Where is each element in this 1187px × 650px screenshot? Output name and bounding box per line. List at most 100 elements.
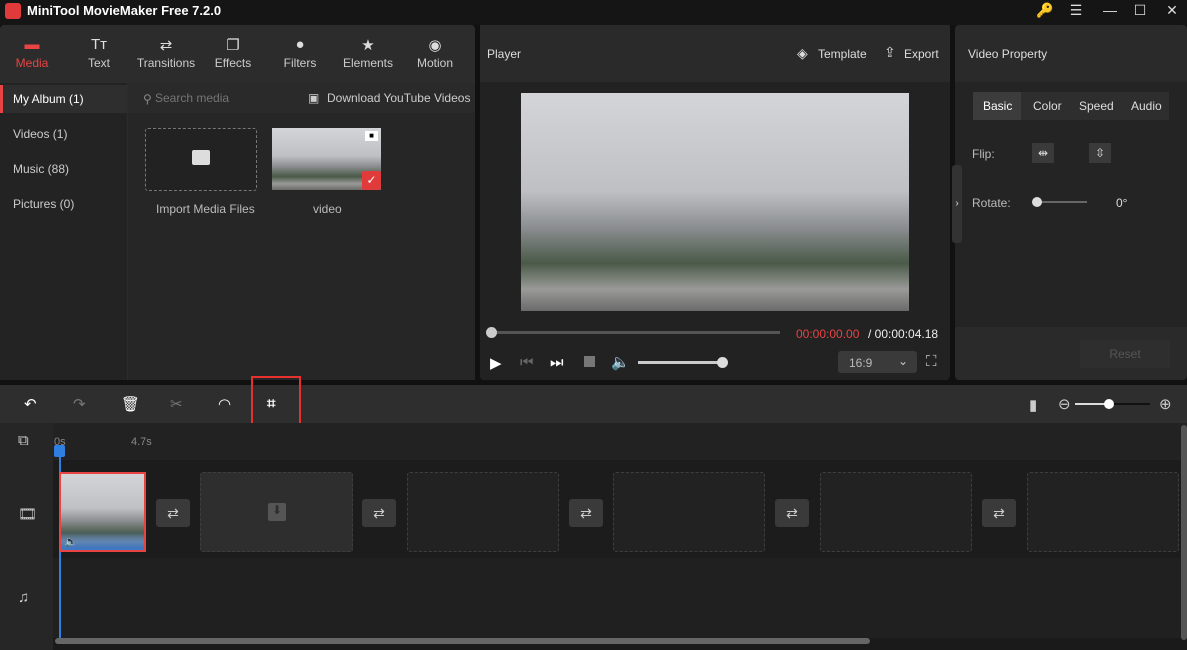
toolbar-label: Text [87, 56, 110, 70]
template-icon: ◈ [797, 45, 808, 61]
transition-button[interactable]: ⇄ [362, 499, 396, 527]
speed-button[interactable]: ◠ [218, 395, 231, 413]
seek-bar[interactable] [491, 331, 780, 334]
fullscreen-button[interactable]: ⛶ [926, 353, 937, 370]
player-header [480, 25, 950, 82]
toolbar-filters[interactable]: ● Filters [270, 36, 330, 70]
flip-vertical-button[interactable]: ⇳ [1089, 143, 1111, 163]
vertical-scrollbar[interactable] [1181, 425, 1187, 640]
volume-icon[interactable]: 🔈 [611, 353, 630, 371]
timeline-ruler [53, 423, 1187, 460]
video-preview [521, 93, 909, 311]
tab-basic[interactable]: Basic [983, 99, 1012, 113]
toolbar-effects[interactable]: ❐ Effects [203, 36, 263, 70]
zoom-in-button[interactable]: ⊕ [1159, 395, 1172, 413]
total-time: / 00:00:04.18 [868, 327, 939, 341]
sidebar-item-music[interactable]: Music (88) [13, 162, 69, 176]
ruler-label-1: 4.7s [131, 436, 152, 448]
toolbar-transitions[interactable]: ⇄ Transitions [136, 36, 196, 70]
collapse-panel-button[interactable]: › [952, 165, 962, 243]
effects-icon: ❐ [226, 37, 240, 54]
transition-button[interactable]: ⇄ [775, 499, 809, 527]
youtube-download-icon: ▣ [308, 91, 320, 105]
rotate-slider[interactable] [1037, 201, 1087, 203]
tab-speed[interactable]: Speed [1079, 99, 1114, 113]
transitions-icon: ⇄ [159, 37, 173, 54]
app-logo [5, 3, 21, 19]
toolbar-motion[interactable]: ◉ Motion [405, 36, 465, 70]
volume-slider[interactable] [638, 361, 722, 364]
video-label: video [313, 202, 342, 216]
flip-horizontal-button[interactable]: ⇹ [1032, 143, 1054, 163]
empty-slot[interactable] [407, 472, 559, 552]
motion-icon: ◉ [428, 37, 442, 54]
crop-highlight [251, 376, 301, 427]
toolbar-elements[interactable]: ★ Elements [338, 36, 398, 70]
transition-button[interactable]: ⇄ [156, 499, 190, 527]
download-youtube-link[interactable]: Download YouTube Videos [327, 91, 470, 105]
transition-button[interactable]: ⇄ [569, 499, 603, 527]
play-button[interactable]: ▶ [490, 354, 502, 372]
redo-button[interactable]: ↷ [73, 395, 86, 413]
track-headers [0, 423, 53, 650]
rotate-label: Rotate: [972, 196, 1011, 210]
menu-button[interactable]: ☰ [1066, 2, 1086, 19]
toolbar-text[interactable]: Tт Text [69, 36, 129, 70]
template-button[interactable]: Template [818, 47, 867, 61]
toolbar-label: Elements [342, 56, 394, 70]
delete-button[interactable]: 🗑 [121, 395, 140, 413]
crop-button[interactable]: ⌗ [267, 395, 275, 412]
empty-slot[interactable] [613, 472, 765, 552]
previous-frame-button[interactable]: ⏮ [520, 354, 534, 371]
media-icon: ▬ [24, 36, 40, 53]
next-frame-button[interactable]: ⏭ [550, 354, 564, 371]
undo-button[interactable]: ↶ [24, 395, 37, 413]
current-time: 00:00:00.00 [796, 327, 860, 341]
search-input[interactable] [155, 91, 285, 105]
folder-icon [192, 150, 210, 165]
tab-color[interactable]: Color [1033, 99, 1062, 113]
volume-handle[interactable] [717, 357, 728, 368]
toolbar-media[interactable]: ▬ Media [2, 36, 62, 70]
split-button[interactable]: ✂ [170, 395, 183, 413]
import-media-label: Import Media Files [156, 202, 255, 216]
sidebar-item-pictures[interactable]: Pictures (0) [13, 197, 74, 211]
stop-button[interactable] [584, 356, 595, 367]
minimize-button[interactable]: — [1100, 2, 1120, 18]
video-camera-icon: ■ [365, 131, 378, 141]
toolbar-label: Filters [283, 56, 317, 70]
player-title: Player [487, 47, 522, 61]
video-track-icon: 🎞 [18, 506, 38, 523]
property-title: Video Property [968, 47, 1048, 61]
key-icon[interactable]: 🔑 [1035, 2, 1055, 19]
zoom-out-button[interactable]: ⊖ [1058, 395, 1071, 413]
transition-button[interactable]: ⇄ [982, 499, 1016, 527]
tab-audio[interactable]: Audio [1131, 99, 1162, 113]
timeline-zoom-handle[interactable] [1104, 399, 1114, 409]
empty-slot[interactable] [1027, 472, 1179, 552]
close-button[interactable]: ✕ [1162, 2, 1182, 19]
reset-button[interactable]: Reset [1080, 340, 1170, 368]
fit-timeline-button[interactable]: ▮ [1029, 396, 1037, 414]
seek-handle[interactable] [486, 327, 497, 338]
elements-icon: ★ [361, 37, 375, 54]
aspect-ratio-value: 16:9 [849, 356, 873, 370]
search-icon: ⚲ [143, 92, 152, 106]
drop-icon: ⬇ [268, 503, 286, 521]
rotate-value: 0° [1116, 196, 1128, 210]
export-button[interactable]: Export [904, 47, 939, 61]
toolbar-label: Motion [416, 56, 454, 70]
toolbar-label: Effects [214, 56, 252, 70]
music-track-icon: ♫ [18, 589, 30, 606]
maximize-button[interactable]: ☐ [1130, 2, 1150, 19]
playhead-handle[interactable] [54, 445, 65, 457]
check-icon: ✓ [362, 171, 381, 190]
add-track-icon[interactable]: ⧉ [18, 432, 29, 449]
scrollbar-thumb[interactable] [55, 638, 870, 644]
empty-slot[interactable] [820, 472, 972, 552]
sidebar-item-videos[interactable]: Videos (1) [13, 127, 67, 141]
rotate-handle[interactable] [1032, 197, 1042, 207]
text-icon: Tт [90, 36, 108, 53]
sidebar-item-my-album[interactable]: My Album (1) [13, 92, 84, 106]
toolbar-label: Media [15, 56, 49, 70]
